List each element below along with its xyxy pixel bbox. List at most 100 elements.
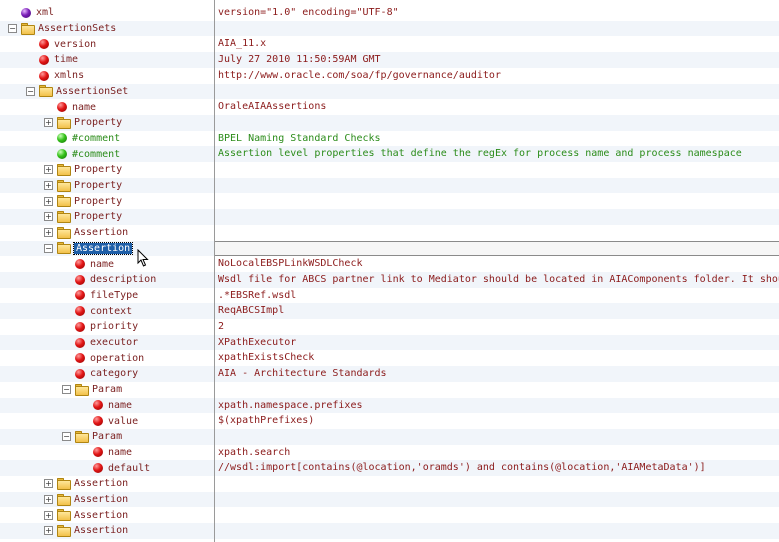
tree-node-label[interactable]: Assertion	[74, 494, 128, 505]
tree-node[interactable]: priority	[62, 319, 138, 335]
tree-node[interactable]: category	[62, 366, 138, 382]
expand-icon[interactable]: +	[44, 526, 53, 536]
tree-node[interactable]: + Property	[44, 209, 122, 225]
tree-node-label[interactable]: default	[108, 463, 150, 474]
collapse-icon[interactable]: −	[44, 243, 53, 253]
tree-node-label[interactable]: xml	[36, 7, 54, 18]
tree-row[interactable]: − Assertion	[0, 240, 214, 257]
tree-node-label[interactable]: category	[90, 368, 138, 379]
tree-row[interactable]: + Property	[0, 177, 214, 194]
tree-row[interactable]: + Assertion	[0, 507, 214, 523]
expand-icon[interactable]: +	[44, 510, 53, 520]
tree-node[interactable]: xmlns	[26, 68, 84, 84]
tree-row[interactable]: context	[0, 303, 214, 319]
tree-row[interactable]: #comment	[0, 131, 214, 147]
tree-node-label[interactable]: value	[108, 416, 138, 427]
tree-node[interactable]: context	[62, 303, 132, 319]
expand-icon[interactable]: +	[44, 495, 53, 505]
tree-node-label[interactable]: #comment	[72, 149, 120, 160]
tree-node-label[interactable]: priority	[90, 321, 138, 332]
tree-node[interactable]: − Param	[62, 382, 122, 398]
tree-node[interactable]: description	[62, 272, 156, 288]
tree-node[interactable]: + Assertion	[44, 492, 128, 508]
tree-node[interactable]: + Property	[44, 115, 122, 131]
tree-row[interactable]: time	[0, 52, 214, 68]
tree-node[interactable]: name	[44, 99, 96, 115]
tree-row[interactable]: + Assertion	[0, 225, 214, 241]
tree-node-label[interactable]: Assertion	[74, 227, 128, 238]
tree-row[interactable]: name	[0, 256, 214, 272]
collapse-icon[interactable]: −	[62, 432, 71, 442]
tree-node-label[interactable]: Property	[74, 164, 122, 175]
expand-icon[interactable]: +	[44, 479, 53, 489]
tree-node[interactable]: + Assertion	[44, 523, 128, 539]
tree-node-label[interactable]: name	[90, 259, 114, 270]
tree-node-label[interactable]: fileType	[90, 290, 138, 301]
tree-node-label[interactable]: Param	[92, 384, 122, 395]
tree-node[interactable]: + Assertion	[44, 225, 128, 241]
expand-icon[interactable]: +	[44, 165, 53, 175]
tree-node[interactable]: version	[26, 36, 96, 52]
tree-node-label[interactable]: Assertion	[74, 510, 128, 521]
collapse-icon[interactable]: −	[8, 24, 17, 34]
tree-row[interactable]: value	[0, 413, 214, 429]
tree-node-label[interactable]: Property	[74, 196, 122, 207]
tree-node-label[interactable]: name	[72, 102, 96, 113]
tree-row[interactable]: + Property	[0, 193, 214, 209]
tree-row[interactable]: + Property	[0, 209, 214, 225]
tree-node-label[interactable]: xmlns	[54, 70, 84, 81]
tree-node-label[interactable]: operation	[90, 353, 144, 364]
tree-row[interactable]: + Property	[0, 114, 214, 131]
tree-node[interactable]: name	[80, 398, 132, 414]
collapse-icon[interactable]: −	[62, 385, 71, 395]
tree-row[interactable]: xmlns	[0, 68, 214, 84]
tree-row[interactable]: − AssertionSet	[0, 83, 214, 100]
tree-node[interactable]: executor	[62, 335, 138, 351]
tree-node[interactable]: + Property	[44, 178, 122, 194]
tree-node-label[interactable]: description	[90, 274, 156, 285]
tree-row[interactable]: xml	[0, 5, 214, 21]
tree-row[interactable]: executor	[0, 334, 214, 351]
tree-row[interactable]: name	[0, 397, 214, 414]
tree-node[interactable]: default	[80, 460, 150, 476]
tree-row[interactable]: #comment	[0, 146, 214, 162]
tree-node-label[interactable]: context	[90, 306, 132, 317]
tree-node[interactable]: name	[80, 445, 132, 461]
tree-node-label[interactable]: Param	[92, 431, 122, 442]
tree-node-label[interactable]: name	[108, 447, 132, 458]
tree-node[interactable]: + Property	[44, 193, 122, 209]
tree-row[interactable]: − Param	[0, 382, 214, 398]
tree-row[interactable]: + Assertion	[0, 523, 214, 539]
tree-row[interactable]: + Assertion	[0, 476, 214, 492]
tree-node-label[interactable]: Property	[74, 180, 122, 191]
tree-node[interactable]: fileType	[62, 288, 138, 304]
tree-row[interactable]: name	[0, 99, 214, 115]
tree-node[interactable]: value	[80, 413, 138, 429]
tree-node-label[interactable]: Assertion	[72, 241, 134, 255]
tree-node-label[interactable]: Property	[74, 211, 122, 222]
tree-node[interactable]: time	[26, 52, 78, 68]
tree-node-label[interactable]: AssertionSet	[56, 86, 128, 97]
expand-icon[interactable]: +	[44, 228, 53, 238]
tree-row[interactable]: − Param	[0, 428, 214, 445]
tree-row[interactable]: category	[0, 366, 214, 382]
tree-node-label[interactable]: time	[54, 54, 78, 65]
tree-node[interactable]: xml	[8, 5, 54, 21]
tree-node[interactable]: − AssertionSets	[8, 21, 116, 37]
tree-node[interactable]: − AssertionSet	[26, 84, 128, 100]
expand-icon[interactable]: +	[44, 118, 53, 128]
tree-row[interactable]: + Property	[0, 162, 214, 178]
expand-icon[interactable]: +	[44, 181, 53, 191]
collapse-icon[interactable]: −	[26, 86, 35, 96]
tree-node-label[interactable]: AssertionSets	[38, 23, 116, 34]
tree-node[interactable]: operation	[62, 350, 144, 366]
tree-node[interactable]: name	[62, 256, 114, 272]
tree-node[interactable]: + Assertion	[44, 476, 128, 492]
tree-row[interactable]: + Assertion	[0, 491, 214, 508]
tree-row[interactable]: default	[0, 460, 214, 476]
tree-node-label[interactable]: Property	[74, 117, 122, 128]
tree-node[interactable]: − Param	[62, 429, 122, 445]
expand-icon[interactable]: +	[44, 196, 53, 206]
tree-row[interactable]: priority	[0, 319, 214, 335]
xml-tree-pane[interactable]: xml − AssertionSets version time xmlns − Assert…	[0, 0, 215, 542]
